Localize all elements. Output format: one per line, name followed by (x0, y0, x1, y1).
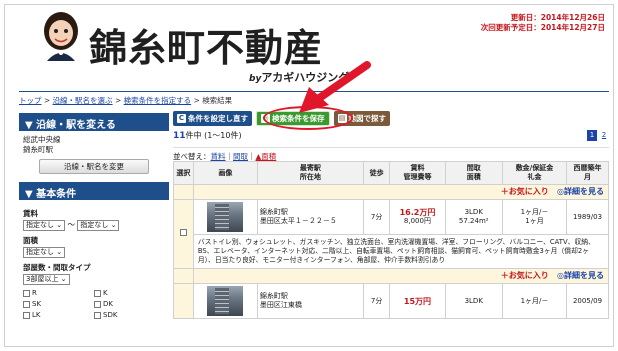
layout-select[interactable]: 3部屋以上 ⌄ (23, 274, 70, 285)
breadcrumb-current: 検索結果 (202, 96, 233, 105)
avatar-icon (44, 12, 78, 61)
sidebar: ▼ 沿線・駅を変える 総武中央線 錦糸町駅 沿線・駅名を変更 ▼ 基本条件 賃料… (19, 113, 169, 324)
result-count-row: 11件中 (1〜10件) 1 2 (173, 130, 609, 144)
station-line: 総武中央線 (23, 135, 61, 144)
reset-icon: C (177, 114, 186, 123)
checkbox-icon[interactable] (94, 311, 101, 319)
layout-cell: 3LDK (464, 208, 483, 216)
property-photo[interactable] (207, 286, 244, 316)
table-header-row: 選択 画像 最寄駅 所在地 徒歩 賃料 管理費等 間取 面積 敷金/保証金 礼金… (173, 161, 610, 185)
updated-date: 更新日：2014年12月26日 (510, 13, 605, 22)
area-label: 面積 (23, 236, 38, 245)
red-arrow-icon (299, 61, 371, 113)
key-money-cell: 1ヶ月 (525, 217, 544, 225)
col-walk: 徒歩 (362, 161, 391, 185)
property-photo[interactable] (207, 202, 244, 232)
station-section-heading[interactable]: ▼ 沿線・駅を変える (19, 113, 169, 131)
rent-cell: 15万円 (403, 296, 432, 306)
walk-cell: 7分 (362, 283, 391, 319)
select-checkbox[interactable] (179, 229, 187, 236)
checkbox-icon[interactable] (23, 311, 30, 319)
col-image: 画像 (192, 161, 258, 185)
table-row[interactable]: 錦糸町駅 墨田区太平１－２２－５ 7分 16.2万円 8,000円 3LDK 57.2… (173, 199, 610, 269)
deposit-cell: 1ヶ月/－ (520, 208, 549, 216)
table-row-actions: ＋お気に入り ◎詳細を見る (173, 184, 610, 200)
station-section-body: 総武中央線 錦糸町駅 沿線・駅名を変更 (19, 131, 169, 182)
basic-conditions-heading[interactable]: ▼ 基本条件 (19, 182, 169, 200)
sort-rent-link[interactable]: 賃料 (211, 152, 226, 161)
fee-cell: 8,000円 (403, 217, 431, 225)
station-cell: 錦糸町駅 (259, 208, 288, 216)
checkbox-icon[interactable] (23, 300, 30, 308)
update-info: 更新日：2014年12月26日 次回更新予定日：2014年12月27日 (481, 13, 605, 33)
rent-min-select[interactable]: 指定なし ⌄ (23, 220, 66, 231)
page-1[interactable]: 1 (587, 130, 597, 141)
table-row[interactable]: 錦糸町駅 墨田区江東橋 7分 15万円 3LDK 1ヶ月/－ 2005/09 (173, 283, 610, 319)
station-cell: 錦糸町駅 (259, 292, 288, 300)
change-station-button[interactable]: 沿線・駅名を変更 (39, 159, 149, 174)
area-select[interactable]: 指定なし ⌄ (23, 247, 66, 258)
checkbox-icon[interactable] (94, 289, 101, 297)
breadcrumb-route-link[interactable]: 沿線・駅名を選ぶ (53, 96, 113, 105)
breadcrumb-cond-link[interactable]: 検索条件を指定する (124, 96, 192, 105)
layout-checkbox[interactable]: R (23, 288, 94, 298)
results-table: 選択 画像 最寄駅 所在地 徒歩 賃料 管理費等 間取 面積 敷金/保証金 礼金… (173, 161, 610, 319)
layout-label: 部屋数・間取タイプ (23, 263, 91, 272)
address-cell: 墨田区江東橋 (259, 301, 302, 309)
layout-checkbox[interactable]: DK (94, 299, 165, 309)
deposit-cell: 1ヶ月/－ (520, 296, 549, 305)
walk-cell: 7分 (362, 199, 391, 235)
view-detail-button[interactable]: ◎詳細を見る (557, 271, 604, 280)
view-detail-button[interactable]: ◎詳細を見る (557, 187, 604, 196)
table-row-actions: ＋お気に入り ◎詳細を見る (173, 268, 610, 284)
col-rent: 賃料 管理費等 (389, 161, 446, 185)
sort-area-link[interactable]: ▲面積 (256, 152, 277, 161)
area-cell: 57.24m² (458, 217, 489, 225)
features-cell: バストイレ別、ウォシュレット、ガスキッチン、独立洗面台、室内洗濯機置場、洋室、フ… (192, 234, 610, 269)
col-deposit: 敷金/保証金 礼金 (501, 161, 567, 185)
station-name: 錦糸町駅 (23, 145, 53, 154)
results-toolbar: C 条件を設定し直す ◎ 検索条件を保存 ▤ 地図で探す (173, 111, 609, 126)
address-cell: 墨田区太平１－２２－５ (259, 217, 337, 225)
page-2[interactable]: 2 (599, 130, 609, 141)
results-main: C 条件を設定し直す ◎ 検索条件を保存 ▤ 地図で探す 11件中 (1〜10件) 1… (173, 111, 610, 319)
result-range: 件中 (1〜10件) (185, 131, 242, 140)
layout-checkbox[interactable]: K (94, 288, 165, 298)
result-count: 11 (173, 131, 186, 141)
pagination: 1 2 (587, 130, 609, 141)
col-station: 最寄駅 所在地 (256, 161, 364, 185)
built-cell: 1989/03 (565, 199, 610, 235)
rent-label: 賃料 (23, 209, 38, 218)
col-built: 西暦築年 月 (565, 161, 610, 185)
add-favorite-button[interactable]: ＋お気に入り (501, 187, 549, 196)
page-frame: 錦糸町不動産 byアカギハウジング 更新日：2014年12月26日 次回更新予定… (4, 4, 614, 347)
layout-checkboxes: R K SK DK LK SDK (23, 288, 165, 320)
sort-row: 並べ替え：賃料｜間取｜▲面積 (173, 147, 609, 161)
next-update-date: 次回更新予定日：2014年12月27日 (480, 23, 605, 32)
layout-cell: 3LDK (464, 296, 483, 305)
reset-conditions-button[interactable]: C 条件を設定し直す (173, 111, 252, 126)
checkbox-icon[interactable] (94, 300, 101, 308)
layout-checkbox[interactable]: LK (23, 310, 94, 320)
col-layout: 間取 面積 (444, 161, 503, 185)
built-cell: 2005/09 (565, 283, 610, 319)
layout-checkbox[interactable]: SDK (94, 310, 165, 320)
rent-max-select[interactable]: 指定なし ⌄ (77, 220, 120, 231)
rent-cell: 16.2万円 (399, 208, 436, 217)
checkbox-icon[interactable] (23, 289, 30, 297)
breadcrumb-top-link[interactable]: トップ (19, 96, 42, 105)
col-select: 選択 (173, 161, 194, 185)
table-row-description: バストイレ別、ウォシュレット、ガスキッチン、独立洗面台、室内洗濯機置場、洋室、フ… (174, 234, 610, 269)
add-favorite-button[interactable]: ＋お気に入り (501, 271, 549, 280)
basic-conditions-body: 賃料 指定なし ⌄ 〜 指定なし ⌄ 面積 指定なし ⌄ 部屋数・間取タイプ 3… (19, 200, 169, 324)
sort-layout-link[interactable]: 間取 (233, 152, 248, 161)
layout-checkbox[interactable]: SK (23, 299, 94, 309)
